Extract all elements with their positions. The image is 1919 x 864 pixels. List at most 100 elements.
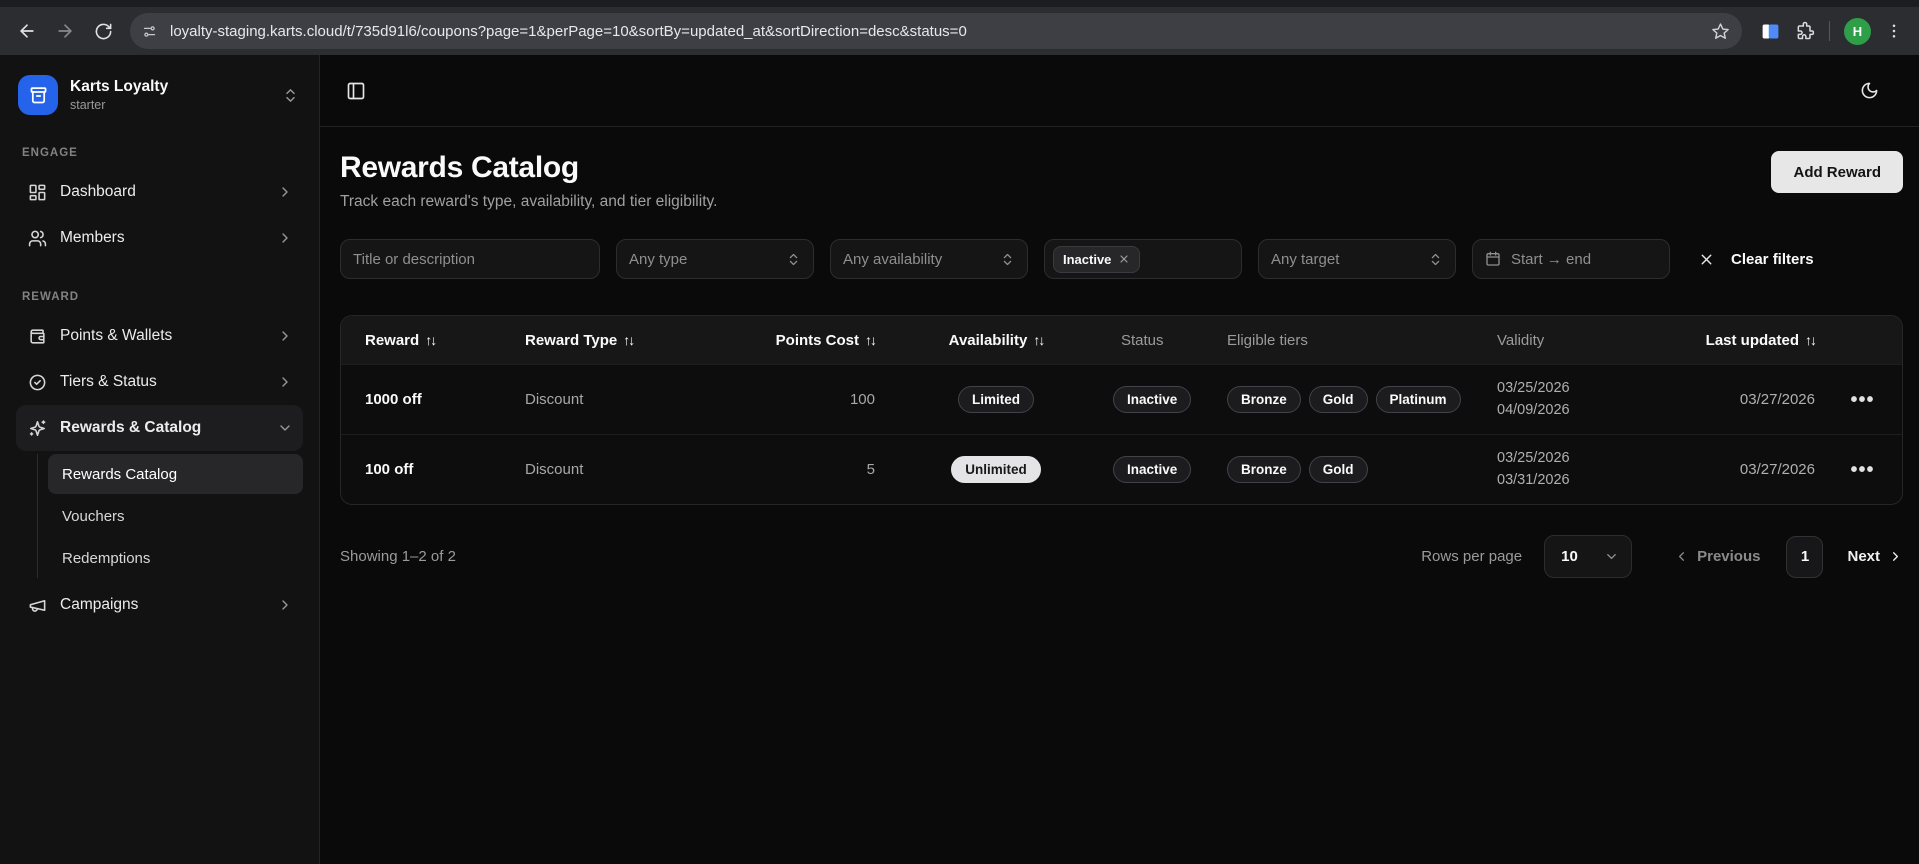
site-settings-icon[interactable] xyxy=(136,18,162,44)
clear-filters-label: Clear filters xyxy=(1731,251,1814,268)
sidebar-subitem-label: Vouchers xyxy=(62,508,125,525)
date-range-filter[interactable]: Start → end xyxy=(1472,239,1670,279)
rows-per-page-select[interactable]: 10 xyxy=(1544,535,1632,578)
eligible-tiers: Bronze Gold xyxy=(1211,456,1471,483)
sidebar-item-rewards-catalog-group[interactable]: Rewards & Catalog xyxy=(16,405,303,451)
target-filter-value: Any target xyxy=(1271,251,1339,268)
sidebar: Karts Loyalty starter ENGAGE Dashboard M… xyxy=(0,55,320,864)
sidebar-item-label: Campaigns xyxy=(60,596,138,614)
chevrons-up-down-icon xyxy=(282,87,299,104)
results-count: Showing 1–2 of 2 xyxy=(340,548,456,565)
date-range-value: Start → end xyxy=(1511,251,1591,268)
megaphone-icon xyxy=(28,596,47,615)
sidebar-item-label: Rewards & Catalog xyxy=(60,419,201,437)
column-header-reward-type[interactable]: Reward Type↑↓ xyxy=(501,332,711,349)
chip-remove-icon[interactable] xyxy=(1118,253,1130,265)
sidebar-item-tiers-status[interactable]: Tiers & Status xyxy=(16,359,303,405)
status-badge: Inactive xyxy=(1113,386,1191,413)
chevrons-up-down-icon xyxy=(786,252,801,267)
sidebar-item-label: Tiers & Status xyxy=(60,373,157,391)
availability-filter-value: Any availability xyxy=(843,251,942,268)
type-filter-select[interactable]: Any type xyxy=(616,239,814,279)
search-input[interactable] xyxy=(353,251,587,268)
dashboard-icon xyxy=(28,183,47,202)
sidebar-subitem-rewards-catalog[interactable]: Rewards Catalog xyxy=(48,454,303,494)
column-header-availability[interactable]: Availability↑↓ xyxy=(891,332,1101,349)
org-logo-icon xyxy=(18,75,58,115)
previous-page-button[interactable]: Previous xyxy=(1674,548,1760,565)
column-header-eligible-tiers: Eligible tiers xyxy=(1211,332,1471,349)
org-name: Karts Loyalty xyxy=(70,78,270,96)
bookmark-star-icon[interactable] xyxy=(1711,22,1730,41)
org-switcher[interactable]: Karts Loyalty starter xyxy=(16,73,303,117)
side-panel-icon[interactable] xyxy=(1760,21,1781,42)
validity-dates: 03/25/2026 04/09/2026 xyxy=(1471,378,1611,420)
availability-badge: Limited xyxy=(958,386,1034,413)
sort-icon: ↑↓ xyxy=(1033,332,1043,349)
rows-per-page-label: Rows per page xyxy=(1421,548,1522,565)
toolbar-separator xyxy=(1829,21,1830,41)
forward-icon[interactable] xyxy=(48,14,82,48)
table-footer: Showing 1–2 of 2 Rows per page 10 Previo… xyxy=(340,535,1903,578)
type-filter-value: Any type xyxy=(629,251,687,268)
back-icon[interactable] xyxy=(10,14,44,48)
profile-avatar[interactable]: H xyxy=(1844,18,1871,45)
chevron-down-icon xyxy=(277,420,293,436)
sidebar-subitem-label: Rewards Catalog xyxy=(62,466,177,483)
row-actions-icon[interactable]: ••• xyxy=(1850,466,1874,474)
filters-bar: Any type Any availability Inactive xyxy=(340,239,1903,279)
browser-menu-icon[interactable] xyxy=(1885,22,1903,40)
sidebar-subitem-redemptions[interactable]: Redemptions xyxy=(48,538,303,578)
next-page-button[interactable]: Next xyxy=(1847,548,1903,565)
table-row[interactable]: 1000 off Discount 100 Limited Inactive B… xyxy=(341,364,1902,434)
previous-label: Previous xyxy=(1697,548,1760,565)
availability-filter-select[interactable]: Any availability xyxy=(830,239,1028,279)
status-chip-label: Inactive xyxy=(1063,252,1111,267)
column-header-last-updated[interactable]: Last updated↑↓ xyxy=(1611,332,1831,349)
dark-mode-moon-icon[interactable] xyxy=(1860,81,1879,100)
chevron-down-icon xyxy=(1604,549,1619,564)
sidebar-item-dashboard[interactable]: Dashboard xyxy=(16,169,303,215)
availability-badge: Unlimited xyxy=(951,456,1041,483)
sidebar-item-points-wallets[interactable]: Points & Wallets xyxy=(16,313,303,359)
address-bar[interactable]: loyalty-staging.karts.cloud/t/735d91l6/c… xyxy=(130,13,1742,49)
column-header-points-cost[interactable]: Points Cost↑↓ xyxy=(711,332,891,349)
chevron-right-icon xyxy=(277,230,293,246)
clear-filters-button[interactable]: Clear filters xyxy=(1698,251,1814,268)
column-header-reward[interactable]: Reward↑↓ xyxy=(341,332,501,349)
row-actions-icon[interactable]: ••• xyxy=(1850,396,1874,404)
table-row[interactable]: 100 off Discount 5 Unlimited Inactive Br… xyxy=(341,434,1902,504)
chevron-right-icon xyxy=(277,597,293,613)
badge-check-icon xyxy=(28,373,47,392)
status-badge: Inactive xyxy=(1113,456,1191,483)
rewards-table: Reward↑↓ Reward Type↑↓ Points Cost↑↓ Ava… xyxy=(340,315,1903,505)
target-filter-select[interactable]: Any target xyxy=(1258,239,1456,279)
tier-badge: Bronze xyxy=(1227,456,1301,483)
extensions-puzzle-icon[interactable] xyxy=(1795,21,1815,41)
column-header-validity: Validity xyxy=(1471,332,1611,349)
page-number-button[interactable]: 1 xyxy=(1786,536,1823,578)
sidebar-item-label: Points & Wallets xyxy=(60,327,172,345)
status-filter-chip: Inactive xyxy=(1053,246,1140,273)
add-reward-button[interactable]: Add Reward xyxy=(1771,151,1903,193)
chevron-right-icon xyxy=(277,374,293,390)
status-filter-multiselect[interactable]: Inactive xyxy=(1044,239,1242,279)
chevron-right-icon xyxy=(1888,549,1903,564)
sidebar-subitem-vouchers[interactable]: Vouchers xyxy=(48,496,303,536)
sidebar-toggle-icon[interactable] xyxy=(346,81,366,101)
reload-icon[interactable] xyxy=(86,14,120,48)
sidebar-item-members[interactable]: Members xyxy=(16,215,303,261)
chevron-left-icon xyxy=(1674,549,1689,564)
rows-per-page-value: 10 xyxy=(1561,548,1578,565)
sidebar-item-label: Members xyxy=(60,229,125,247)
last-updated: 03/27/2026 xyxy=(1611,391,1831,408)
column-header-status: Status xyxy=(1101,332,1211,349)
reward-name: 1000 off xyxy=(341,391,501,408)
page-subtitle: Track each reward's type, availability, … xyxy=(340,193,717,211)
tier-badge: Gold xyxy=(1309,386,1368,413)
tier-badge: Bronze xyxy=(1227,386,1301,413)
last-updated: 03/27/2026 xyxy=(1611,461,1831,478)
sidebar-item-campaigns[interactable]: Campaigns xyxy=(16,582,303,628)
sort-icon: ↑↓ xyxy=(623,332,633,348)
url-text[interactable]: loyalty-staging.karts.cloud/t/735d91l6/c… xyxy=(170,23,1703,40)
